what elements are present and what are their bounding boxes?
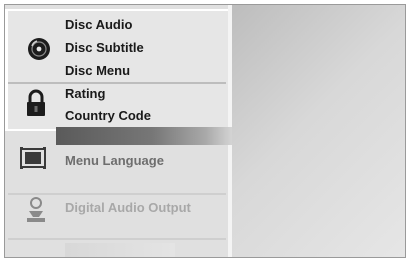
speaker-icon — [25, 197, 47, 228]
menu-item-disc-audio[interactable]: Disc Audio — [65, 17, 132, 32]
settings-preview-panel — [232, 5, 405, 257]
dvd-setup-screen: Disc Audio Disc Subtitle Disc Menu Ratin… — [0, 0, 411, 262]
menu-separator — [8, 193, 226, 195]
menu-separator — [8, 238, 226, 240]
selection-highlight-bar — [56, 127, 232, 145]
menu-item-disc-menu[interactable]: Disc Menu — [65, 63, 130, 78]
menu-item-rating[interactable]: Rating — [65, 86, 105, 101]
menu-item-digital-audio-output[interactable]: Digital Audio Output — [65, 200, 191, 215]
menu-item-menu-language[interactable]: Menu Language — [65, 153, 164, 168]
disc-icon — [27, 37, 51, 66]
menu-separator — [8, 82, 226, 84]
menu-item-country-code[interactable]: Country Code — [65, 108, 151, 123]
lock-icon — [25, 89, 47, 122]
tv-screen-icon — [20, 147, 46, 174]
menu-item-disc-subtitle[interactable]: Disc Subtitle — [65, 40, 144, 55]
faded-menu-item — [65, 243, 175, 257]
